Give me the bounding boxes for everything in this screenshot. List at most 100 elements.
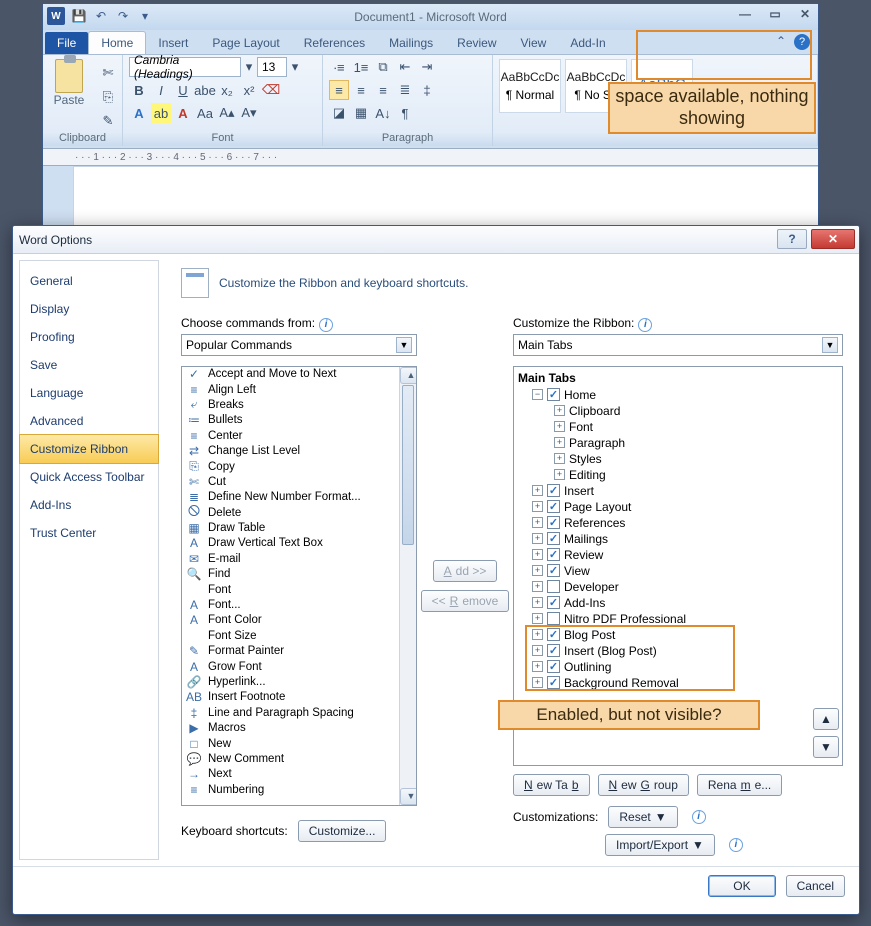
nav-item-add-ins[interactable]: Add-Ins bbox=[20, 491, 158, 519]
rename-button[interactable]: Rename... bbox=[697, 774, 782, 796]
bold-button[interactable]: B bbox=[129, 80, 149, 100]
redo-icon[interactable]: ↷ bbox=[115, 8, 131, 24]
sort-button[interactable]: A↓ bbox=[373, 103, 393, 123]
nav-item-trust-center[interactable]: Trust Center bbox=[20, 519, 158, 547]
customize-ribbon-select[interactable]: Main Tabs▼ bbox=[513, 334, 843, 356]
command-item[interactable]: →Next bbox=[182, 767, 416, 782]
tree-node[interactable]: −Home bbox=[518, 387, 838, 403]
command-item[interactable]: ≡Center bbox=[182, 428, 416, 443]
underline-button[interactable]: U bbox=[173, 80, 193, 100]
multilevel-button[interactable]: ⧉ bbox=[373, 57, 393, 77]
import-export-button[interactable]: Import/Export ▼ bbox=[605, 834, 715, 856]
command-item[interactable]: 🔍Find bbox=[182, 567, 416, 582]
tree-node[interactable]: +Page Layout bbox=[518, 499, 838, 515]
new-group-button[interactable]: New Group bbox=[598, 774, 689, 796]
scrollbar[interactable]: ▲ ▼ bbox=[399, 367, 416, 805]
subscript-button[interactable]: x₂ bbox=[217, 80, 237, 100]
tree-node[interactable]: +Editing bbox=[518, 467, 838, 483]
command-item[interactable]: ≔Bullets▸ bbox=[182, 413, 416, 428]
tree-node[interactable]: +Insert bbox=[518, 483, 838, 499]
command-item[interactable]: AFont Color▸ bbox=[182, 613, 416, 628]
borders-button[interactable]: ▦ bbox=[351, 103, 371, 123]
tree-node[interactable]: +Add-Ins bbox=[518, 595, 838, 611]
expander-icon[interactable]: + bbox=[532, 501, 543, 512]
info-icon[interactable]: i bbox=[638, 318, 652, 332]
cut-icon[interactable]: ✄ bbox=[98, 63, 118, 83]
info-icon[interactable]: i bbox=[729, 838, 743, 852]
expander-icon[interactable]: + bbox=[554, 405, 565, 416]
shrink-font-button[interactable]: A▾ bbox=[239, 103, 259, 123]
checkbox[interactable] bbox=[547, 388, 560, 401]
checkbox[interactable] bbox=[547, 484, 560, 497]
tab-references[interactable]: References bbox=[292, 32, 377, 54]
tab-insert[interactable]: Insert bbox=[146, 32, 200, 54]
minimize-button[interactable]: — bbox=[734, 7, 756, 21]
command-item[interactable]: AFont... bbox=[182, 597, 416, 612]
checkbox[interactable] bbox=[547, 500, 560, 513]
nav-item-advanced[interactable]: Advanced bbox=[20, 407, 158, 435]
style-normal[interactable]: AaBbCcDc¶ Normal bbox=[499, 59, 561, 113]
tab-home[interactable]: Home bbox=[88, 31, 146, 54]
tree-node[interactable]: +Font bbox=[518, 419, 838, 435]
command-item[interactable]: ⎘Copy bbox=[182, 459, 416, 474]
decrease-indent-button[interactable]: ⇤ bbox=[395, 57, 415, 77]
expander-icon[interactable]: + bbox=[532, 565, 543, 576]
tree-node[interactable]: +View bbox=[518, 563, 838, 579]
checkbox[interactable] bbox=[547, 516, 560, 529]
command-item[interactable]: ‡Line and Paragraph Spacing▸ bbox=[182, 705, 416, 720]
command-item[interactable]: ✉E-mail bbox=[182, 551, 416, 566]
text-effects-button[interactable]: A bbox=[129, 103, 149, 123]
scroll-thumb[interactable] bbox=[402, 385, 414, 545]
expander-icon[interactable]: + bbox=[532, 517, 543, 528]
command-item[interactable]: □New bbox=[182, 736, 416, 751]
show-marks-button[interactable]: ¶ bbox=[395, 103, 415, 123]
save-icon[interactable]: 💾 bbox=[71, 8, 87, 24]
increase-indent-button[interactable]: ⇥ bbox=[417, 57, 437, 77]
align-left-button[interactable]: ≡ bbox=[329, 80, 349, 100]
command-item[interactable]: AGrow Font bbox=[182, 659, 416, 674]
nav-item-save[interactable]: Save bbox=[20, 351, 158, 379]
scroll-down-icon[interactable]: ▼ bbox=[400, 788, 417, 805]
nav-item-customize-ribbon[interactable]: Customize Ribbon bbox=[19, 434, 159, 464]
command-item[interactable]: ABInsert Footnote bbox=[182, 690, 416, 705]
command-item[interactable]: ≣Define New Number Format... bbox=[182, 490, 416, 505]
command-item[interactable]: ADraw Vertical Text Box bbox=[182, 536, 416, 551]
commands-listbox[interactable]: ▲ ▼ ✓Accept and Move to Next≡Align Left⤶… bbox=[181, 366, 417, 806]
italic-button[interactable]: I bbox=[151, 80, 171, 100]
nav-item-quick-access-toolbar[interactable]: Quick Access Toolbar bbox=[20, 463, 158, 491]
command-item[interactable]: ⇄Change List Level▸ bbox=[182, 443, 416, 458]
command-item[interactable]: ✓Accept and Move to Next bbox=[182, 367, 416, 382]
command-item[interactable]: ▦Draw Table bbox=[182, 520, 416, 535]
tree-node[interactable]: +Review bbox=[518, 547, 838, 563]
info-icon[interactable]: i bbox=[319, 318, 333, 332]
font-size-combo[interactable]: 13 bbox=[257, 57, 287, 77]
highlight-button[interactable]: ab bbox=[151, 103, 171, 123]
checkbox[interactable] bbox=[547, 548, 560, 561]
nav-item-general[interactable]: General bbox=[20, 267, 158, 295]
command-item[interactable]: 🛇Delete bbox=[182, 505, 416, 520]
strike-button[interactable]: abe bbox=[195, 80, 215, 100]
nav-item-display[interactable]: Display bbox=[20, 295, 158, 323]
tab-addins[interactable]: Add-In bbox=[558, 32, 617, 54]
nav-item-proofing[interactable]: Proofing bbox=[20, 323, 158, 351]
nav-item-language[interactable]: Language bbox=[20, 379, 158, 407]
scroll-up-icon[interactable]: ▲ bbox=[400, 367, 417, 384]
command-item[interactable]: FontI▾ bbox=[182, 582, 416, 597]
command-item[interactable]: ≡Numbering▸ bbox=[182, 782, 416, 797]
command-item[interactable]: ⤶Breaks▸ bbox=[182, 397, 416, 412]
tree-node[interactable]: +Styles bbox=[518, 451, 838, 467]
tab-view[interactable]: View bbox=[509, 32, 559, 54]
tree-node[interactable]: +Clipboard bbox=[518, 403, 838, 419]
font-name-dropdown-icon[interactable]: ▾ bbox=[243, 57, 255, 77]
qat-dropdown-icon[interactable]: ▾ bbox=[137, 8, 153, 24]
numbering-button[interactable]: 1≡ bbox=[351, 57, 371, 77]
cancel-button[interactable]: Cancel bbox=[786, 875, 845, 897]
bullets-button[interactable]: ∙≡ bbox=[329, 57, 349, 77]
undo-icon[interactable]: ↶ bbox=[93, 8, 109, 24]
move-down-button[interactable]: ▼ bbox=[813, 736, 839, 758]
tree-node[interactable]: +Developer bbox=[518, 579, 838, 595]
align-center-button[interactable]: ≡ bbox=[351, 80, 371, 100]
tab-mailings[interactable]: Mailings bbox=[377, 32, 445, 54]
shading-button[interactable]: ◪ bbox=[329, 103, 349, 123]
tab-review[interactable]: Review bbox=[445, 32, 508, 54]
